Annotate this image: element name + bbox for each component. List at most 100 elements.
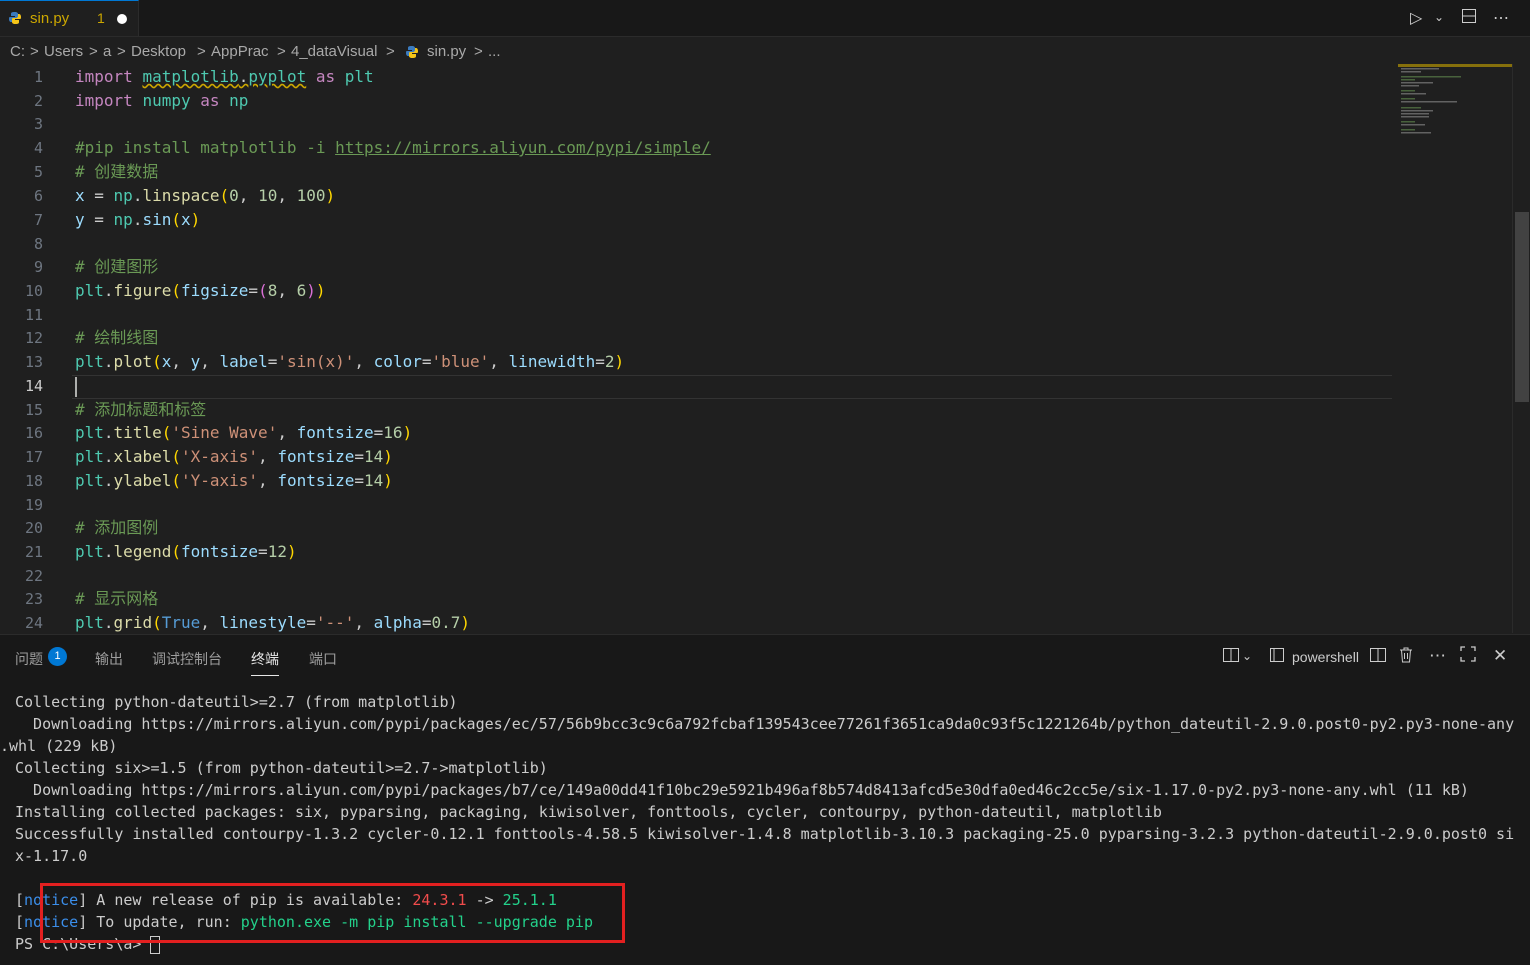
- code-line: 21 plt.legend(fontsize=12): [0, 540, 1400, 564]
- more-actions-icon[interactable]: ⋯: [1493, 8, 1509, 28]
- breadcrumb-sep: >: [30, 43, 39, 60]
- code-line: 11: [0, 303, 1400, 327]
- code-text: plt.grid(True, linestyle='--', alpha=0.7…: [75, 613, 471, 632]
- problems-count-badge: 1: [48, 647, 67, 666]
- status-bar: [0, 956, 1530, 964]
- tab-output[interactable]: 输出: [95, 649, 123, 669]
- terminal-line: Successfully installed contourpy-1.3.2 c…: [15, 825, 1515, 843]
- code-comment: # 添加标题和标签: [75, 400, 207, 419]
- code-line: 12 # 绘制线图: [0, 326, 1400, 350]
- code-line: 5 # 创建数据: [0, 160, 1400, 184]
- code-text: plt.title('Sine Wave', fontsize=16): [75, 423, 413, 442]
- line-number: 2: [33, 92, 43, 110]
- unsaved-dot-icon[interactable]: [117, 14, 127, 24]
- line-number-current: 14: [24, 377, 43, 395]
- code-line: 14: [0, 374, 1400, 398]
- line-number: 21: [24, 543, 43, 561]
- breadcrumb-a[interactable]: a: [103, 43, 111, 60]
- split-editor-icon[interactable]: [1461, 8, 1477, 29]
- code-line: 19: [0, 493, 1400, 517]
- split-terminal-icon[interactable]: [1369, 646, 1387, 669]
- code-comment: # 显示网格: [75, 589, 159, 608]
- trash-icon[interactable]: [1398, 646, 1414, 669]
- code-line: 15 # 添加标题和标签: [0, 398, 1400, 422]
- tab-debug-console[interactable]: 调试控制台: [152, 649, 222, 669]
- breadcrumb: C: > Users > a > Desktop > AppPrac > 4_d…: [0, 41, 1530, 63]
- breadcrumb-datavisual[interactable]: 4_dataVisual: [291, 43, 377, 60]
- breadcrumb-desktop[interactable]: Desktop: [131, 43, 186, 60]
- code-editor[interactable]: 1 import matplotlib.pyplot as plt 2 import…: [0, 64, 1512, 633]
- line-number: 1: [33, 68, 43, 86]
- code-text: x = np.linspace(0, 10, 100): [75, 186, 336, 205]
- new-terminal-layout-icon[interactable]: [1222, 646, 1240, 669]
- code-line: 23 # 显示网格: [0, 587, 1400, 611]
- breadcrumb-users[interactable]: Users: [44, 43, 83, 60]
- terminal-line: Collecting six>=1.5 (from python-dateuti…: [15, 759, 548, 777]
- code-text: #pip install matplotlib -i https://mirro…: [75, 138, 711, 157]
- breadcrumb-sep: >: [474, 43, 483, 60]
- chevron-down-icon[interactable]: ⌄: [1434, 10, 1444, 24]
- chevron-down-icon[interactable]: ⌄: [1242, 649, 1252, 663]
- python-file-icon: [406, 46, 418, 58]
- code-line: 2 import numpy as np: [0, 89, 1400, 113]
- code-line: 24 plt.grid(True, linestyle='--', alpha=0…: [0, 611, 1400, 633]
- breadcrumb-appprac[interactable]: AppPrac: [211, 43, 269, 60]
- code-comment: # 创建数据: [75, 162, 159, 181]
- comment-link[interactable]: https://mirrors.aliyun.com/pypi/simple/: [335, 138, 711, 157]
- line-number: 23: [24, 590, 43, 608]
- code-line: 22: [0, 564, 1400, 588]
- code-line: 6 x = np.linspace(0, 10, 100): [0, 184, 1400, 208]
- more-actions-icon[interactable]: ⋯: [1429, 646, 1446, 666]
- line-number: 22: [24, 567, 43, 585]
- line-number: 9: [33, 258, 43, 276]
- bottom-panel: 问题 1 输出 调试控制台 终端 端口 ⌄ powershell ⋯ ✕ Col…: [0, 634, 1530, 965]
- code-text: y = np.sin(x): [75, 210, 201, 229]
- line-number: 17: [24, 448, 43, 466]
- line-number: 13: [24, 353, 43, 371]
- python-file-icon: [9, 12, 21, 24]
- code-text: import numpy as np: [75, 91, 249, 110]
- code-text: plt.ylabel('Y-axis', fontsize=14): [75, 471, 393, 490]
- code-line: 9 # 创建图形: [0, 255, 1400, 279]
- line-number: 7: [33, 211, 43, 229]
- line-number: 10: [24, 282, 43, 300]
- editor-scrollbar[interactable]: [1512, 64, 1530, 633]
- code-line: 10 plt.figure(figsize=(8, 6)): [0, 279, 1400, 303]
- scrollbar-thumb[interactable]: [1515, 212, 1529, 402]
- code-line: 8: [0, 232, 1400, 256]
- terminal-line: Collecting python-dateutil>=2.7 (from ma…: [15, 693, 458, 711]
- line-number: 19: [24, 496, 43, 514]
- code-comment: # 创建图形: [75, 257, 159, 276]
- code-comment: # 绘制线图: [75, 328, 159, 347]
- close-icon[interactable]: ✕: [1493, 646, 1507, 666]
- maximize-panel-icon[interactable]: [1460, 646, 1476, 667]
- breadcrumb-sep: >: [197, 43, 206, 60]
- terminal-line: x-1.17.0: [15, 847, 88, 865]
- editor-tab-sin-py[interactable]: sin.py 1: [0, 0, 139, 36]
- breadcrumb-file[interactable]: sin.py: [427, 43, 466, 60]
- run-icon[interactable]: ▷: [1410, 8, 1422, 28]
- tab-problem-count: 1: [97, 10, 105, 26]
- breadcrumb-symbols[interactable]: ...: [488, 43, 501, 60]
- terminal-shell-name[interactable]: powershell: [1292, 649, 1359, 665]
- line-number: 24: [24, 614, 43, 632]
- tab-ports[interactable]: 端口: [309, 649, 337, 669]
- tab-problems[interactable]: 问题: [15, 649, 43, 669]
- line-number: 15: [24, 401, 43, 419]
- breadcrumb-sep: >: [117, 43, 126, 60]
- line-number: 18: [24, 472, 43, 490]
- breadcrumb-drive[interactable]: C:: [10, 43, 25, 60]
- minimap[interactable]: [1398, 64, 1512, 633]
- breadcrumb-sep: >: [386, 43, 395, 60]
- code-text: plt.plot(x, y, label='sin(x)', color='bl…: [75, 352, 625, 371]
- code-text: plt.figure(figsize=(8, 6)): [75, 281, 326, 300]
- breadcrumb-sep: >: [277, 43, 286, 60]
- terminal-line: Downloading https://mirrors.aliyun.com/p…: [15, 781, 1469, 799]
- code-line: 3: [0, 112, 1400, 136]
- tab-terminal[interactable]: 终端: [251, 649, 279, 676]
- tab-bar: sin.py 1 ▷ ⌄ ⋯: [0, 0, 1530, 37]
- code-line: 1 import matplotlib.pyplot as plt: [0, 65, 1400, 89]
- code-line: 17 plt.xlabel('X-axis', fontsize=14): [0, 445, 1400, 469]
- code-line: 16 plt.title('Sine Wave', fontsize=16): [0, 421, 1400, 445]
- line-number: 4: [33, 139, 43, 157]
